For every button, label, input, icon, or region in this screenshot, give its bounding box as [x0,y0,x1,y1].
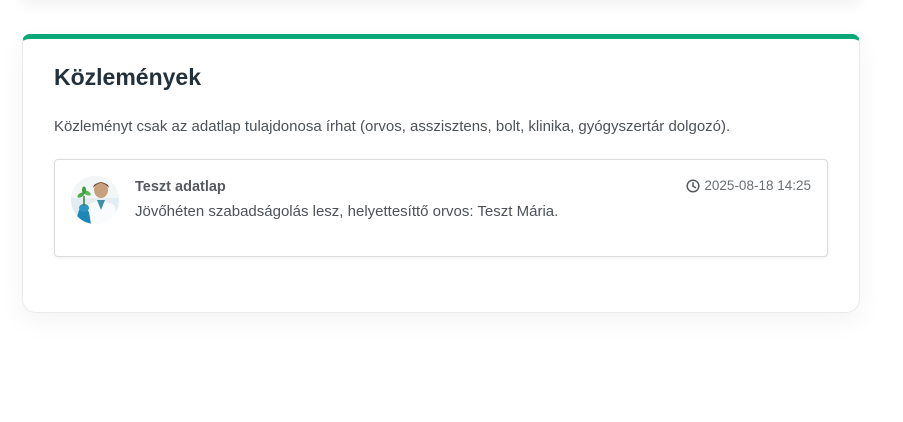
post-author[interactable]: Teszt adatlap [135,179,226,195]
post-timestamp-text: 2025-08-18 14:25 [704,178,811,193]
announcements-title: Közlemények [54,64,202,90]
announcements-card: Közlemények Közleményt csak az adatlap t… [22,34,860,313]
clock-icon [686,178,700,193]
post-timestamp: 2025-08-18 14:25 [686,178,811,193]
announcement-post: Teszt adatlap 2025-08-18 14:25 Jövőhéten… [54,159,828,257]
avatar-image [71,176,119,224]
avatar[interactable] [71,176,119,224]
post-text: Jövőhéten szabadságolás lesz, helyettesí… [135,203,559,220]
announcements-description: Közleményt csak az adatlap tulajdonosa í… [54,118,731,135]
